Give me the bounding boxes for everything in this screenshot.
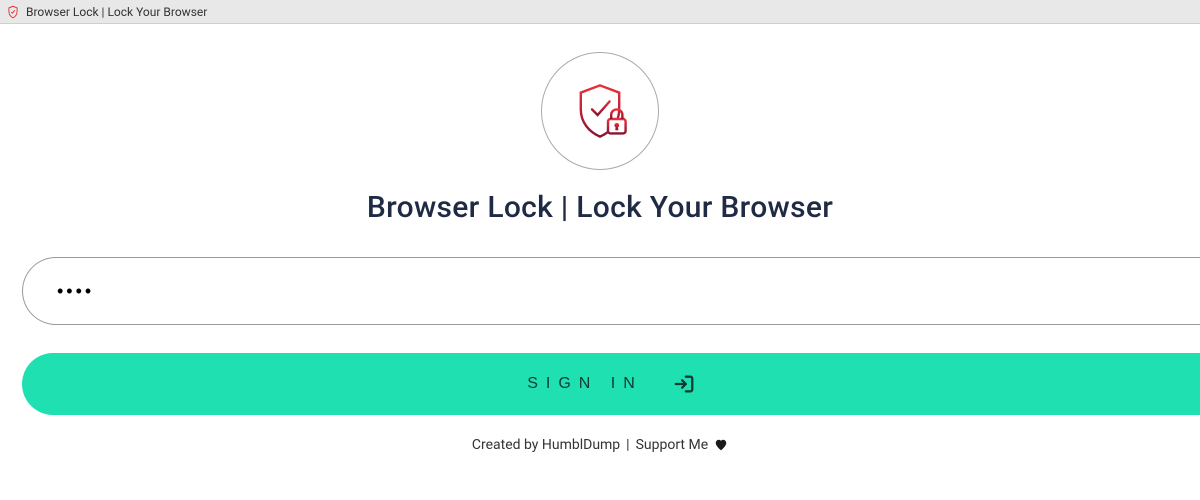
signin-label: SIGN IN [527, 375, 643, 393]
shield-lock-icon [6, 5, 20, 19]
footer: Created by HumblDump | Support Me [472, 437, 728, 453]
window-title: Browser Lock | Lock Your Browser [26, 5, 207, 19]
page-title: Browser Lock | Lock Your Browser [367, 190, 833, 225]
support-me-link[interactable]: Support Me [636, 437, 709, 453]
shield-lock-icon [568, 79, 632, 143]
signin-arrow-icon [673, 373, 695, 395]
created-by-link[interactable]: Created by HumblDump [472, 437, 620, 453]
heart-icon [714, 438, 728, 452]
main-content: Browser Lock | Lock Your Browser SIGN IN… [0, 24, 1200, 453]
footer-separator: | [626, 437, 629, 453]
signin-button[interactable]: SIGN IN [22, 353, 1200, 415]
password-input[interactable] [22, 257, 1200, 325]
window-titlebar: Browser Lock | Lock Your Browser [0, 0, 1200, 24]
logo-circle [541, 52, 659, 170]
